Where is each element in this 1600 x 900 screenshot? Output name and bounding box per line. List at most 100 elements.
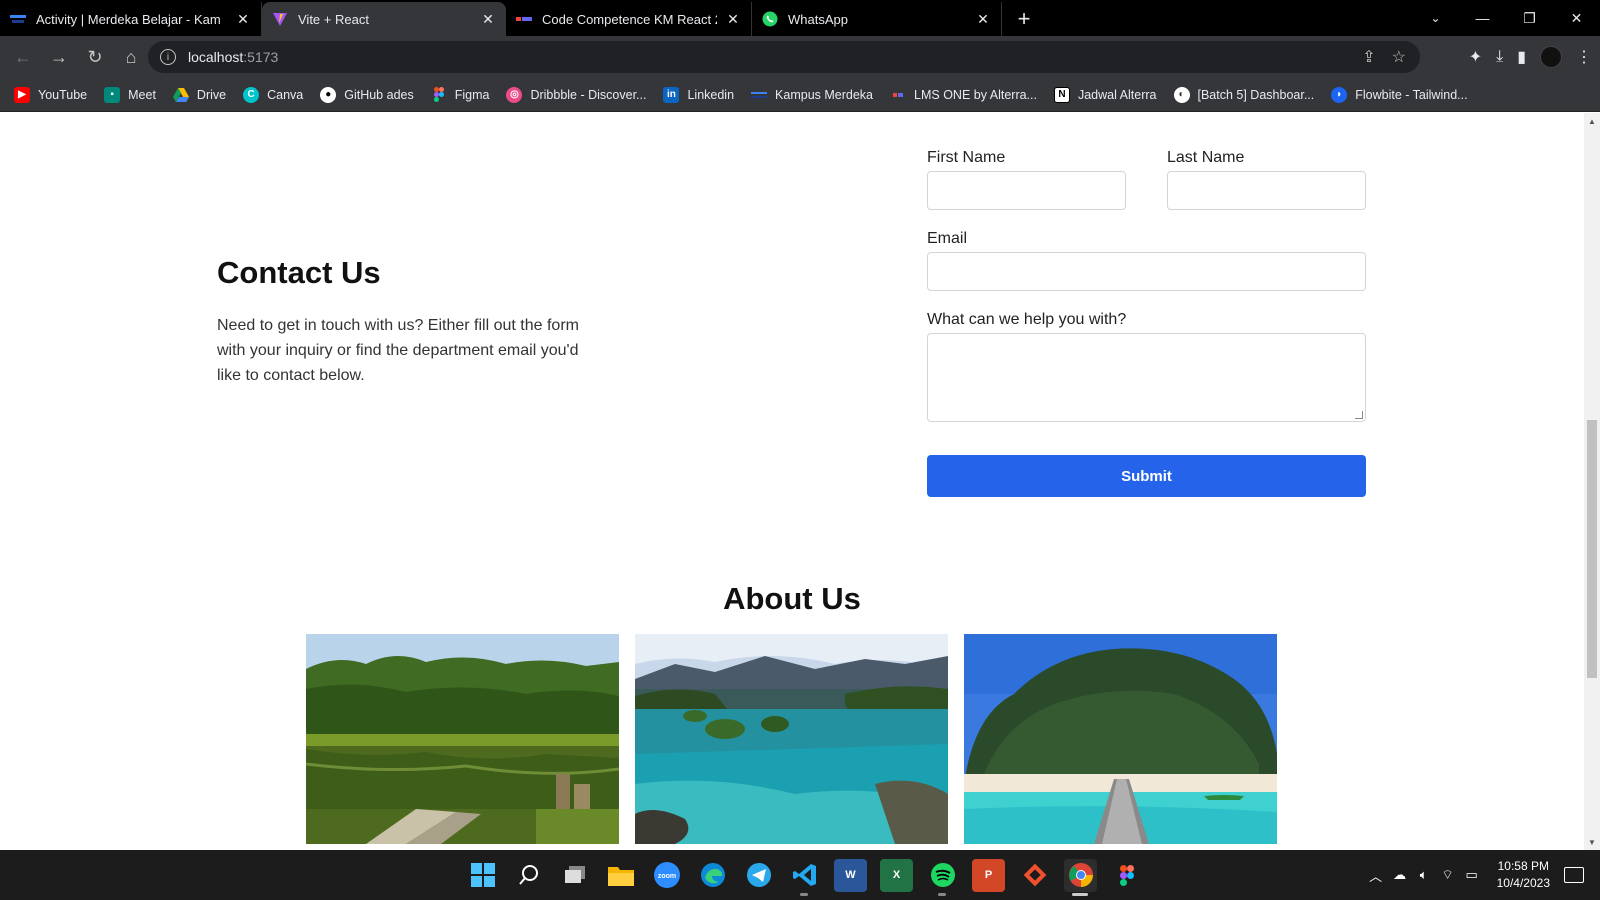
scroll-up-icon[interactable]: ▲ [1584, 113, 1600, 129]
restore-icon[interactable]: ❐ [1506, 10, 1553, 27]
close-window-icon[interactable]: ✕ [1553, 10, 1600, 27]
scrollbar-thumb[interactable] [1587, 420, 1597, 678]
share-icon[interactable]: ⇪ [1362, 47, 1375, 67]
bookmark-figma[interactable]: Figma [431, 87, 489, 103]
bookmark-label: Jadwal Alterra [1077, 87, 1157, 102]
minimize-icon[interactable]: — [1459, 10, 1506, 26]
download-icon[interactable]: ⤓ [1496, 48, 1503, 66]
close-icon[interactable]: ✕ [725, 11, 741, 27]
bookmark-label: Dribbble - Discover... [530, 87, 647, 102]
bookmark-drive[interactable]: Drive [172, 87, 227, 103]
svg-text:zoom: zoom [657, 873, 675, 880]
first-name-field[interactable] [927, 171, 1126, 210]
spotify-icon[interactable] [926, 859, 959, 896]
close-icon[interactable]: ✕ [480, 11, 496, 27]
wifi-icon[interactable]: ⌔ [1437, 867, 1459, 883]
home-icon[interactable]: ⌂ [114, 40, 148, 74]
forward-icon[interactable]: → [42, 40, 76, 74]
chevron-up-icon[interactable]: ︿ [1365, 866, 1387, 885]
bookmark-label: LMS ONE by Alterra... [914, 87, 1037, 102]
clock[interactable]: 10:58 PM 10/4/2023 [1497, 858, 1550, 892]
task-view-icon[interactable] [558, 859, 591, 892]
menu-icon[interactable]: ⋮ [1576, 47, 1592, 67]
powerpoint-icon[interactable]: P [972, 858, 1005, 892]
battery-icon[interactable]: ▭ [1461, 867, 1483, 883]
windows-taskbar: zoom W X P ︿ ☁ 🔈︎ ⌔ ▭ 10:58 PM 10/4/2023 [0, 850, 1600, 900]
zoom-icon[interactable]: zoom [650, 859, 683, 892]
vscode-icon[interactable] [788, 859, 821, 896]
windows-start-icon[interactable] [466, 859, 499, 892]
first-name-label: First Name [927, 149, 1006, 166]
bookmark-label: Flowbite - Tailwind... [1355, 87, 1468, 102]
file-explorer-icon[interactable] [604, 859, 637, 892]
bookmark-star-icon[interactable]: ☆ [1392, 47, 1406, 67]
about-title: About Us [723, 581, 861, 616]
message-textarea[interactable] [927, 333, 1366, 422]
bookmark-github[interactable]: ● GitHub ades [320, 86, 414, 103]
tab-vite-react[interactable]: Vite + React ✕ [262, 2, 506, 36]
tab-search-icon[interactable]: ⌄ [1412, 11, 1459, 25]
github-icon: ● [320, 86, 337, 103]
linkedin-icon: in [663, 86, 680, 103]
back-icon[interactable]: ← [6, 40, 40, 74]
bookmark-label: Drive [196, 87, 227, 102]
last-name-field[interactable] [1167, 171, 1366, 210]
tab-title: Vite + React [298, 11, 369, 27]
meet-icon: ▪ [104, 86, 121, 103]
bookmark-jadwal-alterra[interactable]: N Jadwal Alterra [1053, 86, 1157, 103]
profile-avatar[interactable] [1540, 46, 1562, 68]
address-bar[interactable]: i localhost:5173 ⇪ ☆ [148, 41, 1420, 73]
drive-icon [172, 87, 189, 103]
volume-icon[interactable]: 🔈︎ [1413, 867, 1435, 883]
scroll-down-icon[interactable]: ▼ [1584, 834, 1600, 850]
figma-icon[interactable] [1110, 859, 1143, 892]
cloud-icon[interactable]: ☁ [1389, 867, 1411, 883]
message-label: What can we help you with? [927, 311, 1127, 328]
alterra-icon [516, 11, 532, 27]
bookmark-batch5[interactable]: ◐ [Batch 5] Dashboar... [1173, 86, 1314, 103]
close-icon[interactable]: ✕ [235, 11, 251, 27]
word-icon[interactable]: W [834, 858, 867, 892]
bay-islands-image [635, 634, 948, 844]
running-indicator [938, 892, 946, 896]
beach-pier-image [964, 634, 1277, 844]
search-icon[interactable] [512, 859, 545, 892]
bookmark-lms-alterra[interactable]: LMS ONE by Alterra... [890, 87, 1037, 103]
chrome-icon[interactable] [1064, 858, 1097, 896]
bookmark-linkedin[interactable]: in Linkedin [663, 86, 735, 103]
bookmark-label: Kampus Merdeka [775, 87, 874, 102]
bookmark-meet[interactable]: ▪ Meet [104, 86, 156, 103]
bookmark-kampus-merdeka[interactable]: Kampus Merdeka [751, 87, 873, 103]
notification-icon[interactable] [1564, 867, 1584, 883]
browser-toolbar: ← → ↻ ⌂ i localhost:5173 ⇪ ☆ ✦ ⤓ ▮ ⋮ [0, 36, 1600, 78]
side-panel-icon[interactable]: ▮ [1517, 47, 1526, 67]
bookmark-dribbble[interactable]: ◎ Dribbble - Discover... [506, 86, 647, 103]
running-indicator [800, 892, 808, 896]
vite-icon [272, 11, 288, 27]
tab-whatsapp[interactable]: WhatsApp ✕ [752, 2, 1002, 36]
tab-code-competence[interactable]: Code Competence KM React 2 - ✕ [506, 2, 752, 36]
page-scrollbar[interactable]: ▲ ▼ [1584, 113, 1600, 850]
new-tab-button[interactable]: + [1008, 2, 1040, 36]
running-indicator [1072, 892, 1088, 896]
telegram-icon[interactable] [742, 859, 775, 892]
tab-merdeka[interactable]: Activity | Merdeka Belajar - Kam ✕ [0, 2, 262, 36]
submit-button[interactable]: Submit [927, 455, 1366, 497]
bookmark-flowbite[interactable]: ◗ Flowbite - Tailwind... [1331, 86, 1468, 103]
resize-handle-icon[interactable] [1355, 411, 1363, 419]
bookmark-canva[interactable]: C Canva [243, 86, 303, 103]
flowbite-icon: ◗ [1331, 86, 1348, 103]
bookmark-label: Linkedin [687, 87, 735, 102]
excel-icon[interactable]: X [880, 858, 913, 892]
email-field[interactable] [927, 252, 1366, 291]
site-info-icon[interactable]: i [160, 49, 176, 65]
last-name-label: Last Name [1167, 149, 1245, 166]
close-icon[interactable]: ✕ [975, 11, 991, 27]
extensions-icon[interactable]: ✦ [1469, 47, 1482, 67]
bookmark-youtube[interactable]: ▶ YouTube [14, 86, 87, 103]
git-icon[interactable] [1018, 859, 1051, 892]
reload-icon[interactable]: ↻ [78, 40, 112, 74]
tab-strip: Activity | Merdeka Belajar - Kam ✕ Vite … [0, 0, 1600, 36]
canva-icon: C [243, 86, 260, 103]
edge-icon[interactable] [696, 859, 729, 892]
